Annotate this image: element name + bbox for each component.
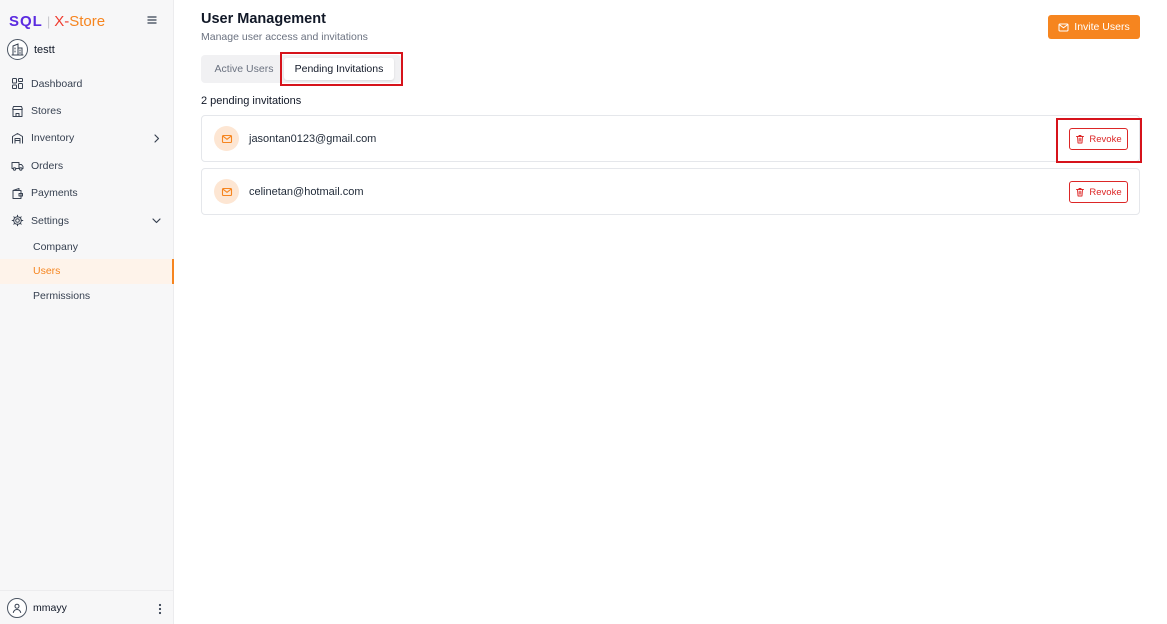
list-item: jasontan0123@gmail.com Revoke [201,115,1140,162]
tab-pending-invitations[interactable]: Pending Invitations [284,58,394,80]
invite-users-button[interactable]: Invite Users [1048,15,1140,39]
sidebar-item-label: Stores [31,105,62,118]
invite-users-label: Invite Users [1074,21,1130,33]
sidebar-item-dashboard[interactable]: Dashboard [0,70,174,97]
truck-icon [11,159,24,172]
sidebar-item-label: Dashboard [31,77,83,90]
gear-icon [11,214,24,227]
main-content: User Management Manage user access and i… [174,0,1167,624]
brand-store: Store [69,12,106,30]
sidebar-subitem-label: Permissions [33,290,91,303]
revoke-button[interactable]: Revoke [1069,128,1128,150]
sidebar-item-settings[interactable]: Settings [0,207,174,234]
sidebar-subitem-permissions[interactable]: Permissions [0,284,174,309]
sidebar-item-label: Orders [31,159,64,172]
revoke-label: Revoke [1089,133,1122,145]
org-name: testt [34,43,55,56]
hamburger-menu-icon[interactable] [145,13,159,27]
sidebar-item-label: Payments [31,187,78,200]
app-root: SQL | X-Store testt Dashboard Stores Inv… [0,0,1167,624]
sidebar-item-payments[interactable]: Payments [0,180,174,207]
mail-icon [214,126,239,151]
sidebar-item-orders[interactable]: Orders [0,152,174,179]
sidebar-subitem-users[interactable]: Users [0,259,174,284]
page-title: User Management [201,11,326,27]
org-switcher[interactable]: testt [7,39,55,60]
sidebar: SQL | X-Store testt Dashboard Stores Inv… [0,0,174,624]
sidebar-nav: Dashboard Stores Inventory Orders Paymen… [0,70,174,308]
brand-sql: SQL [9,12,43,30]
warehouse-icon [11,132,24,145]
chevron-down-icon[interactable] [151,215,162,226]
building-icon [7,39,28,60]
invitation-email: celinetan@hotmail.com [249,185,364,198]
user-name: mmayy [33,601,67,614]
revoke-button[interactable]: Revoke [1069,181,1128,203]
dashboard-icon [11,77,24,90]
tab-label: Active Users [214,63,274,75]
more-vertical-icon[interactable] [158,602,162,615]
user-avatar-icon [7,597,27,618]
chevron-right-icon[interactable] [151,133,162,144]
pending-count: 2 pending invitations [201,95,302,107]
wallet-icon [11,187,24,200]
sidebar-subitem-label: Company [33,240,78,253]
brand-x: X- [54,12,70,30]
mail-icon [1058,22,1069,33]
brand-xstore: X-Store [54,13,105,30]
page-subtitle: Manage user access and invitations [201,31,368,43]
sidebar-subitem-company[interactable]: Company [0,234,174,259]
user-footer[interactable]: mmayy [0,590,174,624]
tab-bar: Active Users Pending Invitations [201,55,401,83]
tab-active-users[interactable]: Active Users [204,58,284,80]
mail-icon [214,179,239,204]
sidebar-item-label: Inventory [31,132,75,145]
sidebar-item-stores[interactable]: Stores [0,97,174,124]
sidebar-item-label: Settings [31,214,69,227]
brand-separator: | [46,13,51,29]
trash-icon [1075,134,1085,144]
list-item: celinetan@hotmail.com Revoke [201,168,1140,215]
sidebar-item-inventory[interactable]: Inventory [0,125,174,152]
brand-logo: SQL | X-Store [9,11,105,31]
store-icon [11,105,24,118]
sidebar-subitem-label: Users [33,265,61,278]
tab-label: Pending Invitations [294,63,384,75]
revoke-label: Revoke [1089,186,1122,198]
trash-icon [1075,187,1085,197]
invitation-email: jasontan0123@gmail.com [249,132,377,145]
